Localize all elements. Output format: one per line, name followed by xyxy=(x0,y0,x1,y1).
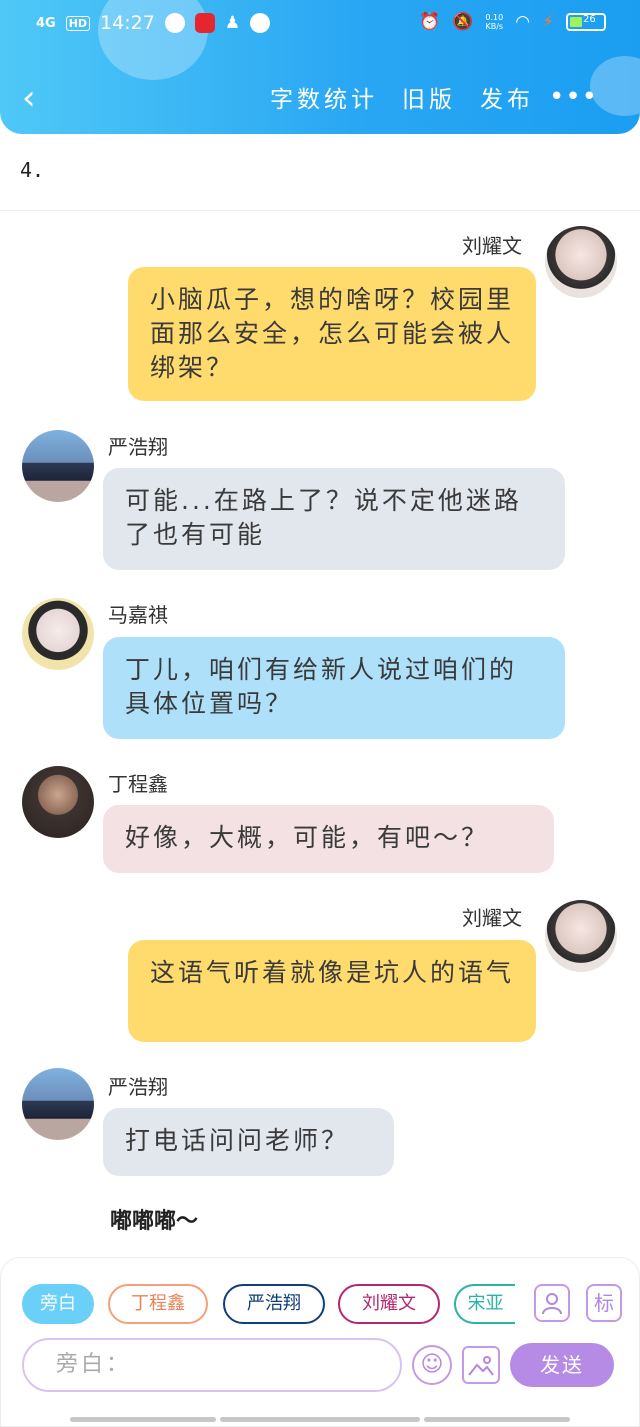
more-options-button[interactable]: ••• xyxy=(549,84,598,110)
app-notification-icon xyxy=(194,13,215,33)
wifi-icon: ◠ xyxy=(515,12,531,32)
speed-unit: KB/s xyxy=(485,22,504,31)
chat-bubble[interactable]: 打电话问问老师？ xyxy=(103,1108,394,1176)
publish-button[interactable]: 发布 xyxy=(480,80,534,114)
back-arrow-icon[interactable]: ‹ xyxy=(22,78,52,118)
battery-icon: 26 xyxy=(566,13,606,31)
home-indicator xyxy=(70,1417,216,1422)
speed-value: 0.10 xyxy=(485,13,504,22)
role-chip-yan[interactable]: 严浩翔 xyxy=(223,1284,325,1324)
avatar[interactable] xyxy=(545,900,617,972)
speaker-name: 马嘉祺 xyxy=(108,603,168,627)
app-header: 4G HD 14:27 ♟ ⏰ 🔕 0.10 KB/s ◠ ⚡ 26 ‹ 字数统… xyxy=(0,0,640,134)
narration-text[interactable]: 嘟嘟嘟～ xyxy=(110,1203,198,1235)
speaker-name: 严浩翔 xyxy=(108,1075,168,1099)
network-label: 4G xyxy=(36,15,56,31)
role-chip-aside[interactable]: 旁白 xyxy=(22,1284,94,1324)
send-button[interactable]: 发送 xyxy=(510,1343,614,1387)
role-chip-song[interactable]: 宋亚 xyxy=(454,1284,515,1324)
avatar[interactable] xyxy=(22,598,94,670)
old-version-button[interactable]: 旧版 xyxy=(402,80,456,114)
word-count-button[interactable]: 字数统计 xyxy=(270,80,378,114)
charging-icon: ⚡ xyxy=(542,12,554,32)
divider xyxy=(0,210,640,211)
user-card-icon[interactable] xyxy=(534,1284,570,1322)
status-bar: 4G HD 14:27 ♟ ⏰ 🔕 0.10 KB/s ◠ ⚡ 26 xyxy=(0,0,640,50)
send-app-icon xyxy=(250,13,271,33)
tag-button[interactable]: 标 xyxy=(586,1284,622,1322)
alarm-icon: ⏰ xyxy=(419,12,441,32)
speaker-name: 严浩翔 xyxy=(108,435,168,459)
chat-bubble[interactable]: 可能...在路上了？说不定他迷路了也有可能 xyxy=(103,468,565,570)
chat-bubble[interactable]: 小脑瓜子，想的啥呀？校园里面那么安全，怎么可能会被人绑架？ xyxy=(128,267,536,401)
qq-icon: ♟ xyxy=(224,13,241,33)
role-chip-ding[interactable]: 丁程鑫 xyxy=(108,1284,208,1324)
message-input[interactable]: 旁白： xyxy=(22,1338,402,1392)
speaker-name: 丁程鑫 xyxy=(108,772,168,796)
image-icon[interactable] xyxy=(462,1346,500,1384)
home-indicator xyxy=(424,1417,570,1422)
avatar[interactable] xyxy=(22,1068,94,1140)
role-chip-liu[interactable]: 刘耀文 xyxy=(338,1284,440,1324)
header-actions: 字数统计 旧版 发布 xyxy=(270,80,534,114)
home-indicator xyxy=(220,1417,420,1422)
chapter-label[interactable]: 4. xyxy=(20,158,44,182)
network-speed: 0.10 KB/s xyxy=(485,13,503,31)
speaker-name: 刘耀文 xyxy=(462,906,522,930)
avatar[interactable] xyxy=(22,430,94,502)
compass-icon xyxy=(164,13,185,33)
speaker-name: 刘耀文 xyxy=(462,234,522,258)
hd-badge: HD xyxy=(65,15,91,31)
avatar[interactable] xyxy=(22,766,94,838)
image-icon-svg xyxy=(468,1356,494,1376)
chat-bubble[interactable]: 这语气听着就像是坑人的语气 xyxy=(128,940,536,1042)
avatar[interactable] xyxy=(545,226,617,298)
mute-icon: 🔕 xyxy=(452,12,474,32)
clock: 14:27 xyxy=(100,12,155,34)
smile-icon[interactable]: ☺ xyxy=(412,1345,452,1385)
chat-bubble[interactable]: 丁儿，咱们有给新人说过咱们的具体位置吗？ xyxy=(103,637,565,739)
chat-bubble[interactable]: 好像，大概，可能，有吧～？ xyxy=(103,805,554,873)
battery-level: 26 xyxy=(583,14,596,25)
user-card-icon-svg xyxy=(542,1293,562,1315)
